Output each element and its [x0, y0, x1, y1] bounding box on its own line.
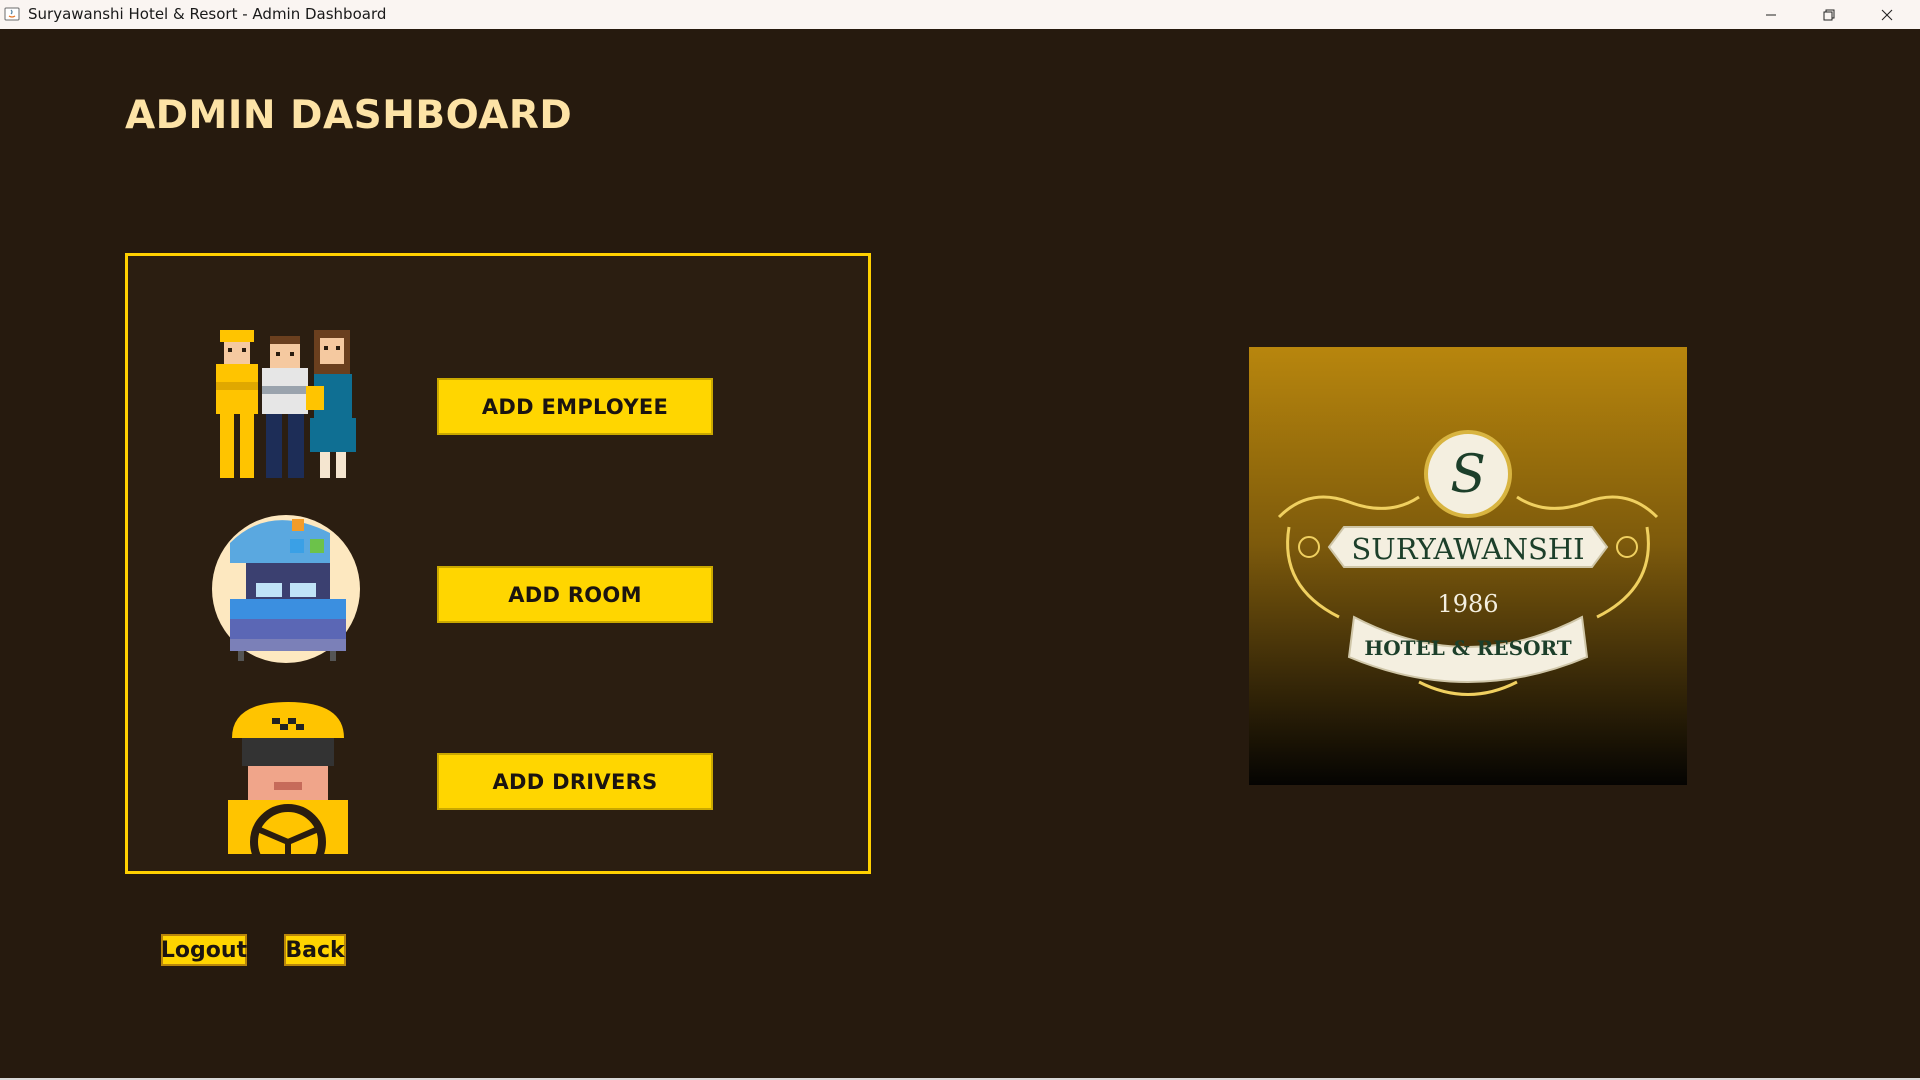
taxi-driver-icon [228, 702, 348, 854]
restore-icon [1823, 9, 1835, 20]
logo-monogram: S [1450, 445, 1486, 505]
restore-button[interactable] [1800, 0, 1858, 29]
minimize-button[interactable] [1742, 0, 1800, 29]
add-room-button[interactable]: ADD ROOM [437, 566, 713, 623]
minimize-icon [1766, 14, 1776, 15]
add-employee-button[interactable]: ADD EMPLOYEE [437, 378, 713, 435]
logo-name: SURYAWANSHI [1351, 532, 1584, 566]
close-icon [1881, 9, 1893, 20]
page-title: ADMIN DASHBOARD [125, 93, 573, 138]
logout-button[interactable]: Logout [161, 934, 247, 966]
employees-group-icon [216, 330, 356, 478]
window-title: Suryawanshi Hotel & Resort - Admin Dashb… [28, 5, 387, 23]
java-app-icon [4, 6, 20, 22]
logo-year: 1986 [1437, 590, 1498, 618]
add-drivers-button[interactable]: ADD DRIVERS [437, 753, 713, 810]
hotel-logo: S SURYAWANSHI 1986 HOTEL & RESORT [1249, 347, 1687, 785]
hotel-logo-emblem: S SURYAWANSHI 1986 HOTEL & RESORT [1277, 430, 1659, 696]
bed-room-icon [212, 515, 360, 663]
close-button[interactable] [1858, 0, 1916, 29]
window-title-bar: Suryawanshi Hotel & Resort - Admin Dashb… [0, 0, 1920, 29]
logo-tagline: HOTEL & RESORT [1364, 636, 1571, 660]
back-button[interactable]: Back [284, 934, 346, 966]
